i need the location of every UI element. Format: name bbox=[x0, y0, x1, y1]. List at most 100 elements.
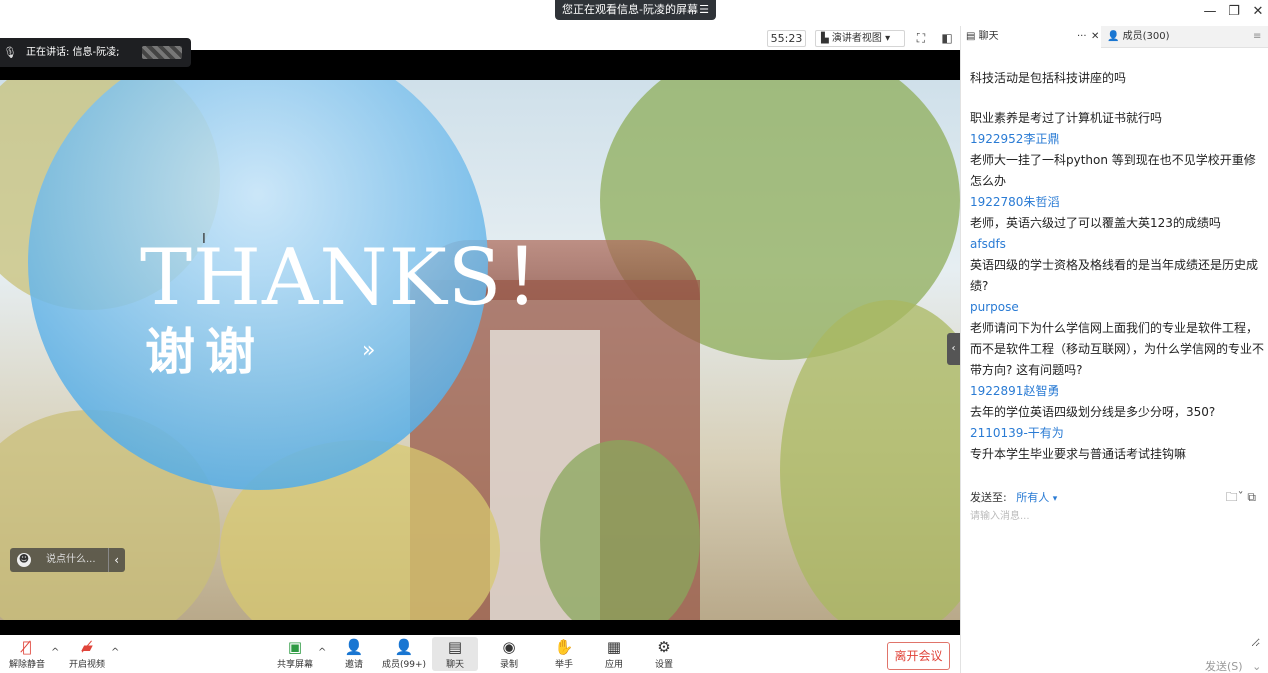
apps-icon: ▦ bbox=[606, 638, 622, 656]
message-sender[interactable]: 1922780朱哲滔 bbox=[970, 192, 1266, 213]
members-label: 成员(99+) bbox=[381, 660, 427, 670]
reaction-input[interactable]: ☻ 说点什么... ‹ bbox=[10, 548, 125, 572]
raise-hand-label: 举手 bbox=[554, 660, 573, 670]
message-sender[interactable]: 1922891赵智勇 bbox=[970, 381, 1266, 402]
chat-label: 聊天 bbox=[445, 660, 464, 670]
meeting-app: 您正在观看信息-阮凌的屏幕 ☰ — ❐ ✕ 55:23 ▙ 演讲者视图 ▾ ⛶ … bbox=[0, 0, 1268, 673]
share-banner-text: 您正在观看信息-阮凌的屏幕 bbox=[562, 3, 698, 16]
chat-panel: ▤ 聊天 ··· ✕ 👤 成员(300) ≡ 科技活动是包括科技讲座的吗职业素养… bbox=[960, 26, 1268, 673]
slide-title-en: THANKS！ bbox=[140, 233, 582, 323]
message-text: 职业素养是考过了计算机证书就行吗 bbox=[970, 111, 1163, 125]
view-mode-label: 演讲者视图 bbox=[831, 33, 882, 44]
message-sender[interactable]: 2110139-干有为 bbox=[970, 423, 1266, 444]
members-icon: 👤 bbox=[394, 638, 414, 656]
message-text: 科技活动是包括科技讲座的吗 bbox=[970, 71, 1127, 85]
unmute-label: 解除静音 bbox=[8, 660, 45, 670]
layout-icon: ▙ bbox=[821, 33, 829, 44]
meeting-controls: 🎙̸ 解除静音 ^ ▰̸ 开启视频 ^ ▣ 共享屏幕 ^ 👤 邀请 👤 成员(9… bbox=[0, 635, 960, 673]
share-banner[interactable]: 您正在观看信息-阮凌的屏幕 ☰ bbox=[555, 0, 716, 20]
video-off-icon: ▰̸ bbox=[81, 638, 93, 656]
gear-icon: ⚙ bbox=[657, 638, 671, 656]
chevron-left-icon[interactable]: ‹ bbox=[108, 548, 119, 572]
tab-members[interactable]: 👤 成员(300) bbox=[1107, 26, 1170, 48]
leave-meeting-button[interactable]: 离开会议 bbox=[887, 642, 950, 670]
record-button[interactable]: ◉ 录制 bbox=[486, 637, 532, 671]
message-gap bbox=[970, 89, 1266, 108]
reaction-placeholder: 说点什么... bbox=[46, 554, 96, 565]
hand-icon: ✋ bbox=[554, 638, 574, 656]
share-screen-label: 共享屏幕 bbox=[276, 660, 313, 670]
panel-tabs: ▤ 聊天 ··· ✕ 👤 成员(300) ≡ bbox=[961, 26, 1268, 48]
invite-label: 邀请 bbox=[344, 660, 363, 670]
message-text: 老师大一挂了一科python 等到现在也不见学校开重修怎么办 bbox=[970, 153, 1256, 188]
fullscreen-icon[interactable]: ⛶ bbox=[913, 30, 929, 46]
presentation-slide: THANKS！ 谢谢 » I bbox=[0, 80, 960, 620]
members-tab-label: 成员(300) bbox=[1122, 31, 1170, 42]
text-cursor-icon: I bbox=[202, 232, 206, 247]
emoji-icon[interactable]: ☻ bbox=[17, 553, 31, 567]
add-user-icon: 👤 bbox=[344, 638, 364, 656]
send-button[interactable]: 发送(S) ⌄ bbox=[1205, 658, 1261, 673]
record-icon: ◉ bbox=[502, 638, 516, 656]
speaking-indicator: 🎙 正在讲话: 信息-阮凌; bbox=[0, 38, 191, 67]
send-to-label: 发送至: bbox=[970, 491, 1007, 504]
message-text: 专升本学生毕业要求与普通话考试挂钩嘛 bbox=[970, 447, 1187, 461]
message-sender[interactable]: purpose bbox=[970, 297, 1266, 318]
message-sender[interactable]: 1922952李正鼎 bbox=[970, 129, 1266, 150]
message-text: 老师请问下为什么学信网上面我们的专业是软件工程，而不是软件工程（移动互联网），为… bbox=[970, 321, 1265, 377]
chevron-down-icon: ▾ bbox=[1052, 494, 1058, 504]
chat-tab-icon: ▤ bbox=[966, 31, 976, 42]
raise-hand-button[interactable]: ✋ 举手 bbox=[541, 637, 587, 671]
send-to-selector[interactable]: 发送至: 所有人 ▾ bbox=[970, 489, 1057, 505]
menu-icon[interactable]: ☰ bbox=[699, 0, 709, 20]
shared-screen-view[interactable]: THANKS！ 谢谢 » I bbox=[0, 50, 960, 635]
title-bar: 您正在观看信息-阮凌的屏幕 ☰ — ❐ ✕ bbox=[0, 0, 1268, 26]
compose-tools: 🗀ˇ ⧉ bbox=[1226, 488, 1256, 509]
mic-icon: 🎙 bbox=[3, 46, 17, 59]
chat-icon: ▤ bbox=[447, 638, 463, 656]
settings-label: 设置 bbox=[654, 660, 673, 670]
more-icon[interactable]: ··· bbox=[1077, 26, 1087, 48]
apps-button[interactable]: ▦ 应用 bbox=[591, 637, 637, 671]
record-label: 录制 bbox=[499, 660, 518, 670]
chevron-up-icon[interactable]: ^ bbox=[51, 647, 59, 658]
close-window-button[interactable]: ✕ bbox=[1250, 4, 1266, 19]
chat-tab-label: 聊天 bbox=[978, 31, 999, 42]
members-button[interactable]: 👤 成员(99+) bbox=[381, 637, 427, 671]
share-screen-button[interactable]: ▣ 共享屏幕 bbox=[272, 637, 318, 671]
message-text: 去年的学位英语四级划分线是多少分呀，350? bbox=[970, 405, 1216, 419]
close-icon[interactable]: ✕ bbox=[1091, 26, 1099, 48]
send-label: 发送(S) bbox=[1205, 660, 1243, 673]
unmute-button[interactable]: 🎙̸ 解除静音 bbox=[4, 637, 50, 671]
sidebar-layout-icon[interactable]: ◧ bbox=[939, 30, 955, 46]
chat-message-list: 科技活动是包括科技讲座的吗职业素养是考过了计算机证书就行吗 1922952李正鼎老… bbox=[970, 68, 1266, 465]
chevron-down-icon[interactable]: ⌄ bbox=[1252, 660, 1261, 673]
slide-title-cn: 谢谢 bbox=[145, 323, 265, 381]
minimize-button[interactable]: — bbox=[1202, 4, 1218, 19]
chevron-up-icon[interactable]: ^ bbox=[318, 647, 326, 658]
start-video-button[interactable]: ▰̸ 开启视频 bbox=[64, 637, 110, 671]
view-mode-button[interactable]: ▙ 演讲者视图 ▾ bbox=[815, 30, 905, 47]
settings-button[interactable]: ⚙ 设置 bbox=[641, 637, 687, 671]
panel-menu-icon[interactable]: ≡ bbox=[1253, 26, 1261, 48]
message-text: 英语四级的学士资格及格线看的是当年成绩还是历史成绩? bbox=[970, 258, 1259, 293]
restore-button[interactable]: ❐ bbox=[1226, 4, 1242, 19]
collapse-panel-button[interactable]: ‹ bbox=[947, 333, 960, 365]
chevron-up-icon[interactable]: ^ bbox=[111, 647, 119, 658]
screenshot-icon[interactable]: ⧉ bbox=[1247, 490, 1256, 504]
message-sender[interactable]: afsdfs bbox=[970, 234, 1266, 255]
invite-button[interactable]: 👤 邀请 bbox=[331, 637, 377, 671]
message-input[interactable] bbox=[970, 507, 1260, 647]
share-screen-icon: ▣ bbox=[287, 638, 303, 656]
tab-chat[interactable]: ▤ 聊天 ··· ✕ bbox=[961, 26, 1101, 48]
double-arrow-icon: » bbox=[362, 338, 376, 363]
start-video-label: 开启视频 bbox=[68, 660, 105, 670]
apps-label: 应用 bbox=[604, 660, 623, 670]
speaking-label: 正在讲话: 信息-阮凌; bbox=[26, 47, 120, 58]
message-text: 老师，英语六级过了可以覆盖大英123的成绩吗 bbox=[970, 216, 1221, 230]
folder-icon[interactable]: 🗀ˇ bbox=[1226, 490, 1244, 504]
chevron-down-icon: ▾ bbox=[885, 33, 891, 44]
muted-mic-icon: 🎙̸ bbox=[22, 638, 32, 656]
chat-button[interactable]: ▤ 聊天 bbox=[432, 637, 478, 671]
send-to-value: 所有人 bbox=[1016, 491, 1050, 504]
